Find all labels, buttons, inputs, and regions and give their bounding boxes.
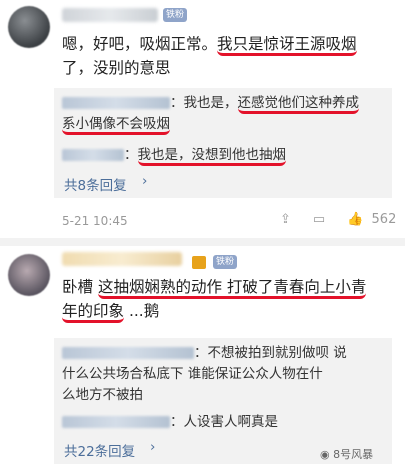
comment-text: 嗯，好吧，吸烟正常。我只是惊讶王源吸烟 了，没别的意思 [62, 35, 357, 77]
chevron-right-icon[interactable]: › [150, 439, 155, 455]
reply-box: ：我也是，还感觉他们这种养成 系小偶像不会吸烟 ：我也是，没想到他也抽烟 共8条… [54, 88, 392, 198]
username[interactable] [62, 8, 158, 22]
more-replies-link[interactable]: 共8条回复 [64, 174, 127, 194]
action-bar: ⇪ ▭ 👍 562 [258, 212, 396, 227]
wechat-icon: ◉ [320, 448, 330, 461]
reply-item[interactable]: ：我也是，没想到他也抽烟 [62, 145, 387, 166]
reply-item[interactable]: ：不想被拍到就别做呗 说 什么公共场合私底下 谁能保证公众人物在什 么地方不被拍 [62, 343, 388, 406]
watermark: ◉ 8号风暴 [320, 448, 374, 461]
reply-item[interactable]: ：我也是，还感觉他们这种养成 系小偶像不会吸烟 [62, 93, 387, 135]
highlighted-text: 这抽烟娴熟的动作 打破了青春向上小青 [97, 278, 367, 299]
like-icon[interactable]: 👍 [347, 212, 363, 227]
timestamp: 5-21 10:45 [62, 214, 128, 228]
comment-card: 铁粉 嗯，好吧，吸烟正常。我只是惊讶王源吸烟 了，没别的意思 ：我也是，还感觉他… [0, 0, 405, 240]
more-replies-link[interactable]: 共22条回复 [64, 440, 135, 460]
username[interactable] [62, 252, 182, 266]
share-icon[interactable]: ⇪ [280, 212, 291, 227]
reply-username[interactable] [62, 416, 170, 428]
chevron-right-icon[interactable]: › [142, 173, 147, 189]
comment-text: 卧槽 这抽烟娴熟的动作 打破了青春向上小青 年的印象 ...鹅 [62, 275, 402, 323]
divider [0, 238, 405, 246]
highlighted-text: 我只是惊讶王源吸烟 [217, 35, 357, 56]
reply-username[interactable] [62, 97, 170, 109]
reply-item[interactable]: ：人设害人啊真是 [62, 412, 388, 433]
reply-username[interactable] [62, 347, 194, 359]
highlighted-text: 年的印象 [62, 302, 125, 323]
comment-card: 铁粉 卧槽 这抽烟娴熟的动作 打破了青春向上小青 年的印象 ...鹅 ：不想被拍… [0, 246, 405, 469]
fan-badge: 铁粉 [213, 255, 238, 269]
avatar[interactable] [8, 6, 50, 48]
fan-badge: 铁粉 [163, 8, 188, 22]
reply-username[interactable] [62, 149, 124, 161]
like-count: 562 [371, 212, 397, 227]
avatar[interactable] [8, 254, 50, 296]
comment-icon[interactable]: ▭ [313, 212, 325, 227]
level-icon [192, 256, 206, 269]
